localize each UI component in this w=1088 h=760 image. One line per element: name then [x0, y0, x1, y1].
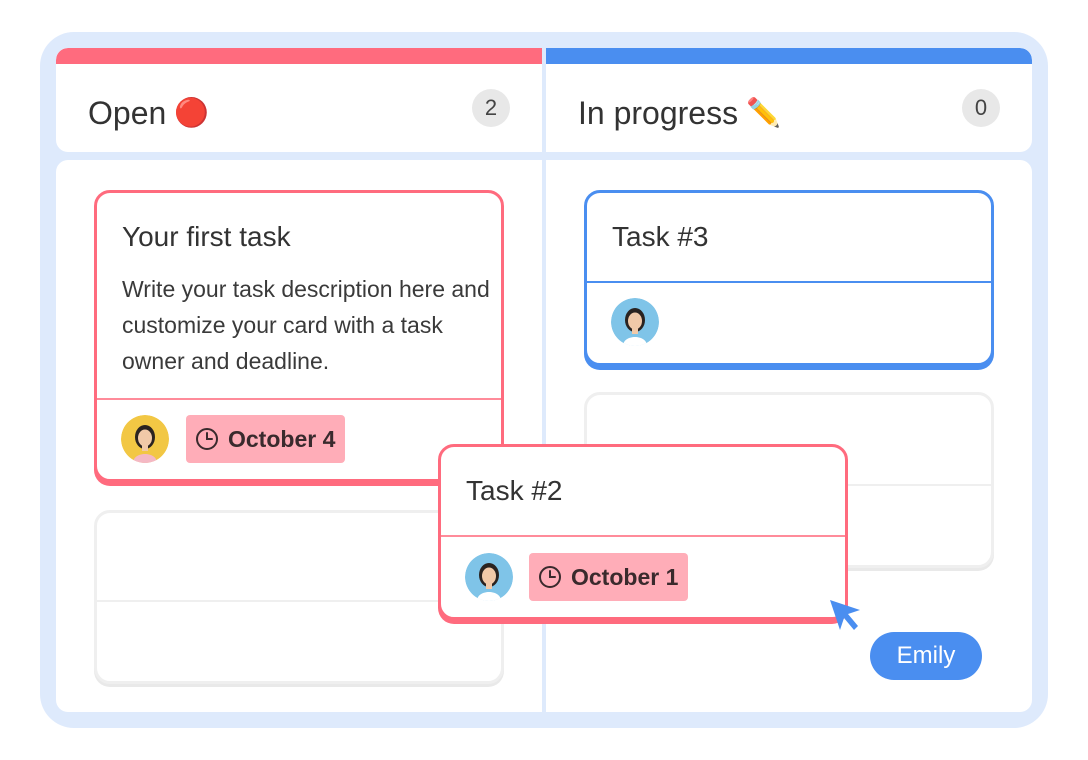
due-date-badge[interactable]: October 4: [186, 415, 346, 463]
clock-icon: [539, 566, 561, 588]
column-color-bar: [546, 48, 1032, 64]
avatar[interactable]: [465, 553, 513, 601]
task-card-task3[interactable]: Task #3: [584, 190, 994, 366]
card-title: Task #3: [612, 221, 709, 252]
column-count-badge: 0: [962, 89, 1000, 127]
due-date-text: October 1: [571, 563, 679, 590]
pencil-icon: ✏️: [746, 97, 781, 128]
column-title: Open 🔴: [88, 93, 209, 133]
due-date-badge[interactable]: October 1: [529, 553, 689, 601]
card-title: Your first task: [122, 221, 291, 252]
column-header-open: Open 🔴 2: [56, 48, 542, 152]
avatar[interactable]: [611, 298, 659, 346]
card-divider: [97, 398, 501, 400]
task-card-task2-dragging[interactable]: Task #2 October 1: [438, 444, 848, 620]
card-title: Task #2: [466, 475, 563, 506]
due-date-text: October 4: [228, 425, 336, 452]
pointer-cursor-icon: [830, 600, 860, 630]
task-card-first[interactable]: Your first task Write your task descript…: [94, 190, 504, 482]
column-count-badge: 2: [472, 89, 510, 127]
card-divider: [441, 535, 845, 537]
card-description: Write your task description here and cus…: [122, 276, 490, 374]
avatar[interactable]: [121, 415, 169, 463]
clock-icon: [196, 428, 218, 450]
column-title: In progress ✏️: [578, 93, 781, 133]
column-title-text: Open: [88, 95, 167, 131]
collaborator-cursor-label: Emily: [870, 632, 982, 680]
column-title-text: In progress: [578, 95, 739, 131]
column-header-in-progress: In progress ✏️ 0: [546, 48, 1032, 152]
column-color-bar: [56, 48, 542, 64]
red-circle-icon: 🔴: [174, 97, 210, 128]
card-divider: [587, 281, 991, 283]
